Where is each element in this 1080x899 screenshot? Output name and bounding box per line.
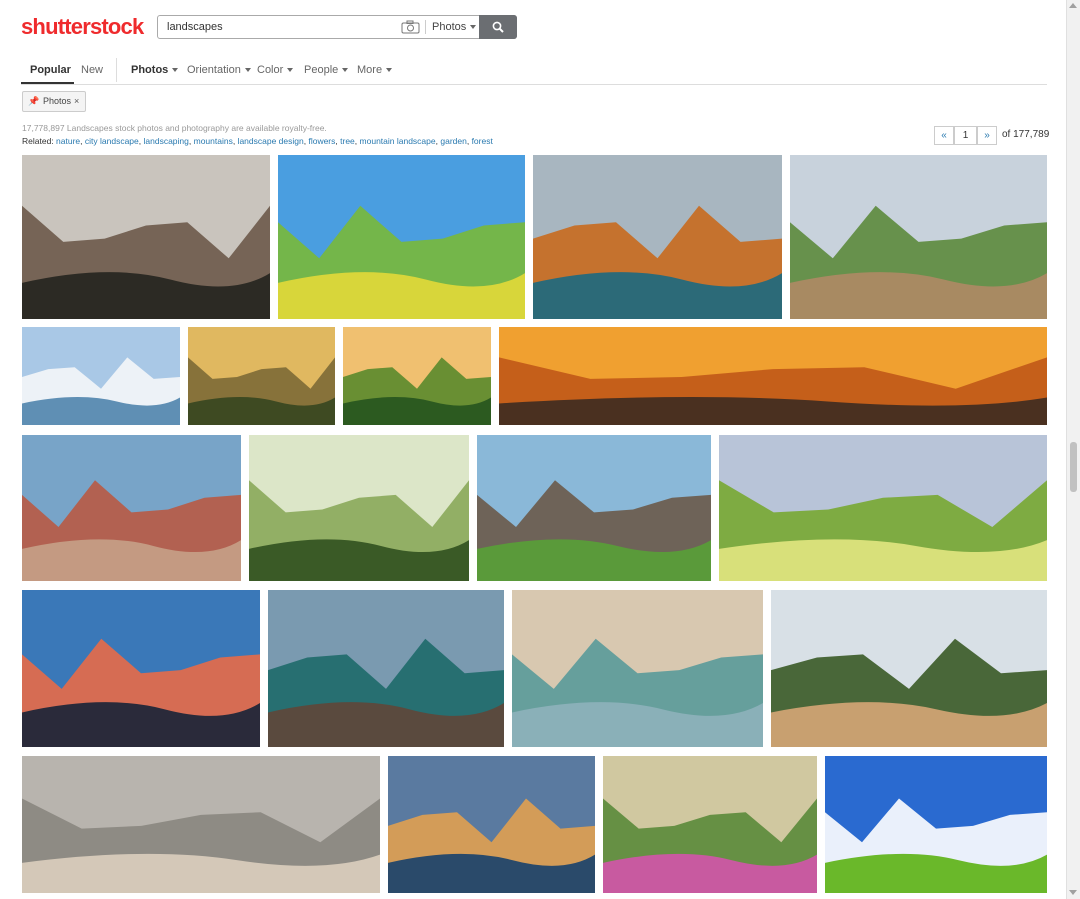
related-link[interactable]: flowers [308, 136, 335, 146]
landscape-photo [268, 590, 504, 747]
scroll-up-arrow-icon[interactable] [1069, 3, 1077, 8]
active-filter-chip[interactable]: 📌 Photos × [22, 91, 86, 112]
pin-icon[interactable]: 📌 [28, 96, 39, 107]
landscape-photo [22, 327, 180, 425]
active-filter-label: Photos [43, 96, 72, 106]
search-input[interactable]: landscapes [167, 16, 223, 38]
related-link[interactable]: mountains [194, 136, 233, 146]
related-searches: Related: nature, city landscape, landsca… [22, 136, 493, 146]
page-count: of 177,789 [1002, 129, 1050, 140]
image-tile[interactable] [22, 155, 270, 319]
landscape-photo [533, 155, 782, 319]
landscape-photo [499, 327, 1047, 425]
tab-new[interactable]: New [81, 60, 103, 80]
image-tile[interactable] [825, 756, 1047, 893]
close-icon[interactable]: × [74, 96, 79, 106]
filter-people[interactable]: People [304, 60, 348, 80]
image-tile[interactable] [512, 590, 763, 747]
nav-border [21, 84, 1047, 85]
image-tile[interactable] [343, 327, 491, 425]
image-tile[interactable] [477, 435, 711, 581]
page-number-input[interactable]: 1 [954, 126, 977, 145]
scroll-down-arrow-icon[interactable] [1069, 890, 1077, 895]
image-tile[interactable] [278, 155, 525, 319]
search-icon [492, 21, 504, 33]
image-tile[interactable] [188, 327, 335, 425]
landscape-photo [603, 756, 817, 893]
shutterstock-logo[interactable]: shutterstock [21, 14, 144, 40]
image-tile[interactable] [22, 435, 241, 581]
landscape-photo [512, 590, 763, 747]
landscape-photo [790, 155, 1047, 319]
filter-photos[interactable]: Photos [131, 60, 178, 80]
landscape-photo [477, 435, 711, 581]
nav-separator [116, 58, 117, 82]
next-page-button[interactable]: » [977, 126, 997, 145]
landscape-photo [249, 435, 469, 581]
filter-orientation[interactable]: Orientation [187, 60, 251, 80]
landscape-photo [188, 327, 335, 425]
landscape-photo [388, 756, 595, 893]
related-link[interactable]: garden [440, 136, 466, 146]
landscape-photo [22, 435, 241, 581]
camera-icon[interactable] [401, 20, 420, 34]
landscape-photo [343, 327, 491, 425]
filter-color[interactable]: Color [257, 60, 293, 80]
filter-nav: Popular New Photos Orientation Color Peo… [0, 60, 1080, 84]
image-tile[interactable] [268, 590, 504, 747]
image-tile[interactable] [771, 590, 1047, 747]
image-tile[interactable] [249, 435, 469, 581]
image-tile[interactable] [22, 590, 260, 747]
landscape-photo [719, 435, 1047, 581]
image-tile[interactable] [499, 327, 1047, 425]
search-button[interactable] [479, 15, 517, 39]
image-tile[interactable] [22, 327, 180, 425]
related-link[interactable]: nature [56, 136, 80, 146]
landscape-photo [22, 155, 270, 319]
image-tile[interactable] [388, 756, 595, 893]
scrollbar-thumb[interactable] [1070, 442, 1077, 492]
related-link[interactable]: mountain landscape [360, 136, 436, 146]
landscape-photo [278, 155, 525, 319]
image-tile[interactable] [719, 435, 1047, 581]
landscape-photo [22, 756, 380, 893]
image-tile[interactable] [603, 756, 817, 893]
search-divider [425, 20, 426, 34]
image-tile[interactable] [533, 155, 782, 319]
landscape-photo [771, 590, 1047, 747]
landscape-photo [825, 756, 1047, 893]
results-summary: 17,778,897 Landscapes stock photos and p… [22, 123, 327, 133]
prev-page-button[interactable]: « [934, 126, 954, 145]
filter-more[interactable]: More [357, 60, 392, 80]
landscape-photo [22, 590, 260, 747]
related-link[interactable]: tree [340, 136, 355, 146]
image-tile[interactable] [790, 155, 1047, 319]
related-label: Related: [22, 136, 54, 146]
tab-popular[interactable]: Popular [30, 60, 71, 80]
image-tile[interactable] [22, 756, 380, 893]
related-link[interactable]: landscaping [144, 136, 189, 146]
related-link[interactable]: city landscape [85, 136, 139, 146]
related-link[interactable]: forest [472, 136, 493, 146]
related-link[interactable]: landscape design [238, 136, 304, 146]
image-type-select[interactable]: Photos [432, 16, 476, 38]
